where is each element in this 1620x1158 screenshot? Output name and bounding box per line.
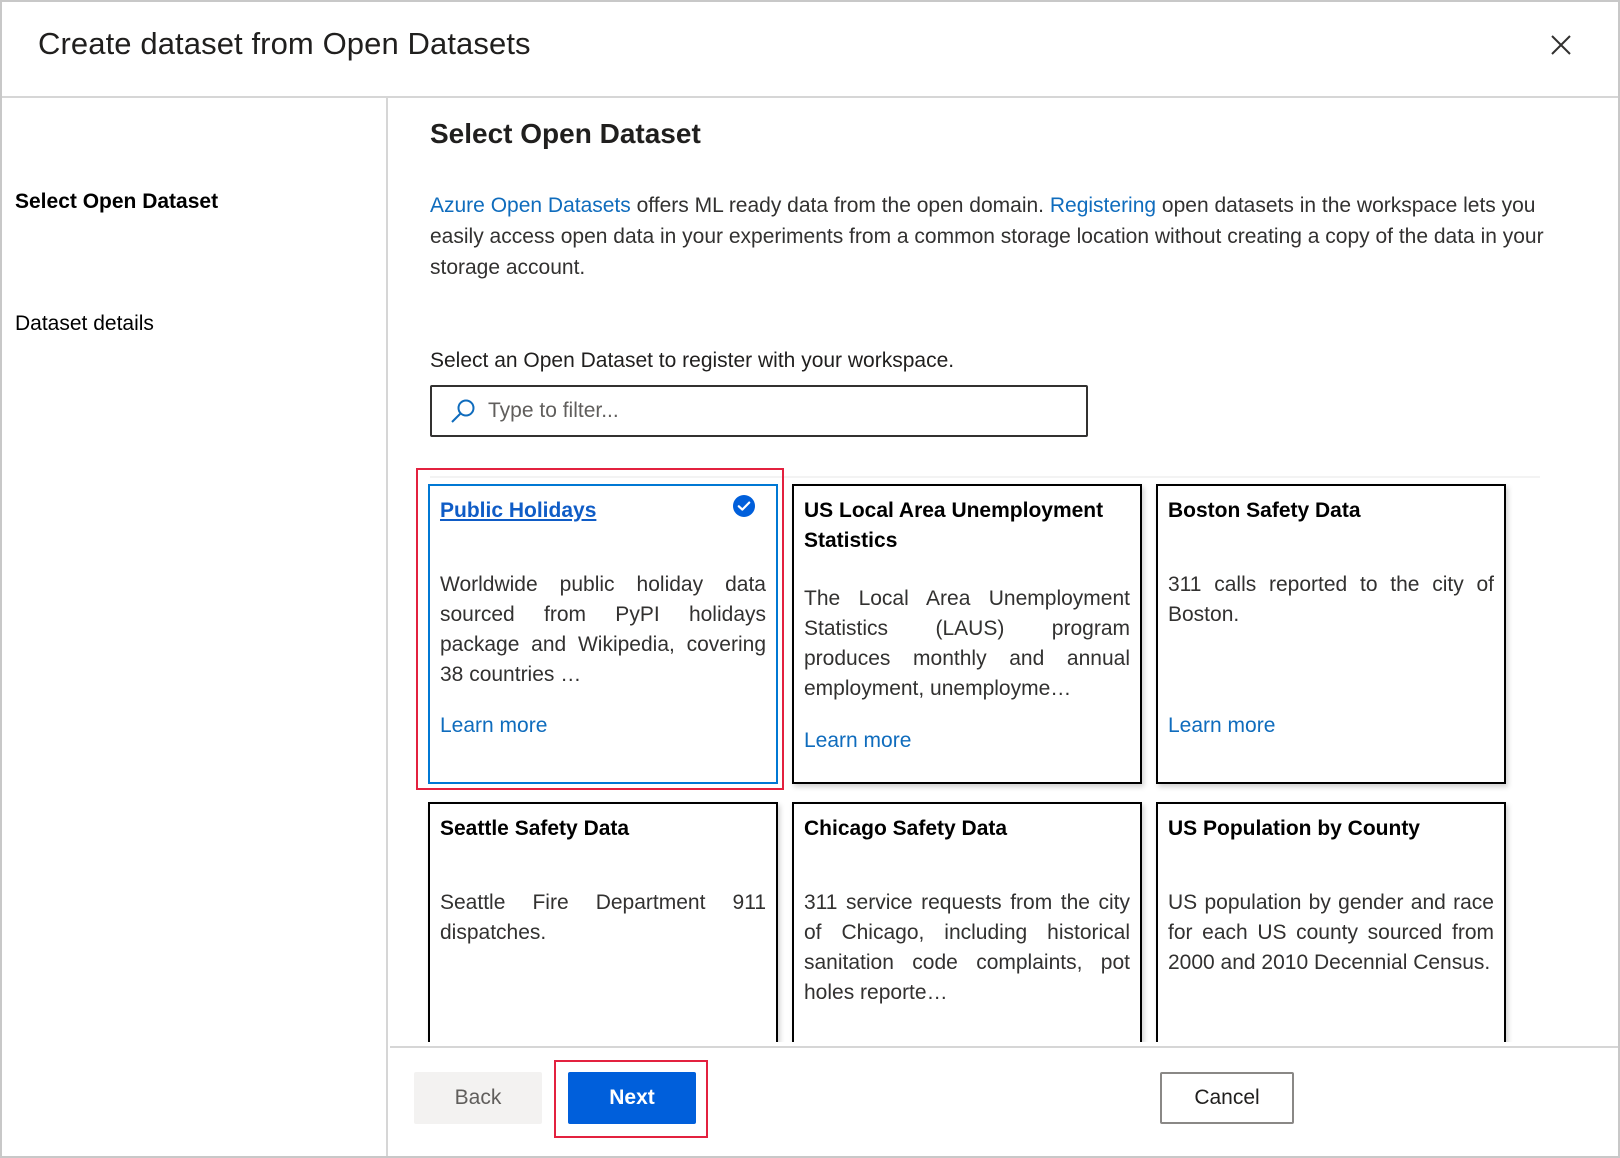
cancel-button[interactable]: Cancel — [1160, 1072, 1294, 1124]
dataset-card-public-holidays[interactable]: Public Holidays Worldwide public holiday… — [428, 484, 778, 784]
card-title: Seattle Safety Data — [440, 817, 630, 840]
dataset-card-us-local-area-unemployment[interactable]: US Local Area Unemployment Statistics Th… — [792, 484, 1142, 784]
dataset-card-us-population-by-county[interactable]: US Population by County US population by… — [1156, 802, 1506, 1042]
wizard-steps-sidebar: Select Open Dataset Dataset details — [2, 98, 388, 1156]
card-title: Boston Safety Data — [1168, 499, 1361, 522]
grid-divider — [430, 476, 1540, 478]
dataset-card-boston-safety-data[interactable]: Boston Safety Data 311 calls reported to… — [1156, 484, 1506, 784]
filter-box[interactable] — [430, 385, 1088, 437]
close-button[interactable] — [1544, 28, 1578, 62]
dataset-grid: Public Holidays Worldwide public holiday… — [390, 468, 1618, 1042]
card-description: Seattle Fire Department 911 dispatches. — [440, 891, 766, 944]
close-icon — [1551, 35, 1571, 55]
intro-text-1: offers ML ready data from the open domai… — [630, 194, 1050, 217]
search-icon — [451, 399, 475, 423]
step-dataset-details[interactable]: Dataset details — [15, 312, 154, 336]
card-description: Worldwide public holiday data sourced fr… — [440, 573, 766, 686]
learn-more-link[interactable]: Learn more — [1168, 714, 1275, 738]
main-content: Select Open Dataset Azure Open Datasets … — [390, 98, 1618, 1156]
create-dataset-dialog: Create dataset from Open Datasets Select… — [0, 0, 1620, 1158]
card-title[interactable]: Public Holidays — [440, 496, 766, 526]
dataset-card-chicago-safety-data[interactable]: Chicago Safety Data 311 service requests… — [792, 802, 1142, 1042]
section-title: Select Open Dataset — [430, 118, 701, 149]
learn-more-link[interactable]: Learn more — [804, 729, 911, 753]
card-description: 311 service requests from the city of Ch… — [804, 891, 1130, 1004]
step-select-open-dataset[interactable]: Select Open Dataset — [15, 190, 218, 214]
dialog-title: Create dataset from Open Datasets — [38, 26, 531, 61]
card-description: 311 calls reported to the city of Boston… — [1168, 573, 1494, 626]
azure-open-datasets-link[interactable]: Azure Open Datasets — [430, 194, 631, 217]
filter-input[interactable] — [488, 399, 1048, 423]
card-description: US population by gender and race for eac… — [1168, 891, 1494, 974]
intro-paragraph: Azure Open Datasets offers ML ready data… — [430, 190, 1580, 283]
card-title: Chicago Safety Data — [804, 817, 1008, 840]
learn-more-link[interactable]: Learn more — [440, 714, 547, 738]
card-title: US Population by County — [1168, 817, 1420, 840]
back-button[interactable]: Back — [414, 1072, 542, 1124]
dataset-card-seattle-safety-data[interactable]: Seattle Safety Data Seattle Fire Departm… — [428, 802, 778, 1042]
card-description: The Local Area Unemployment Statistics (… — [804, 587, 1130, 700]
dialog-header: Create dataset from Open Datasets — [2, 2, 1618, 98]
filter-label: Select an Open Dataset to register with … — [430, 349, 955, 372]
registering-link[interactable]: Registering — [1050, 194, 1156, 217]
checkmark-circle-icon — [733, 495, 755, 517]
dialog-footer: Back Next Cancel — [390, 1046, 1618, 1156]
card-title: US Local Area Unemployment Statistics — [804, 499, 1104, 552]
next-button[interactable]: Next — [568, 1072, 696, 1124]
